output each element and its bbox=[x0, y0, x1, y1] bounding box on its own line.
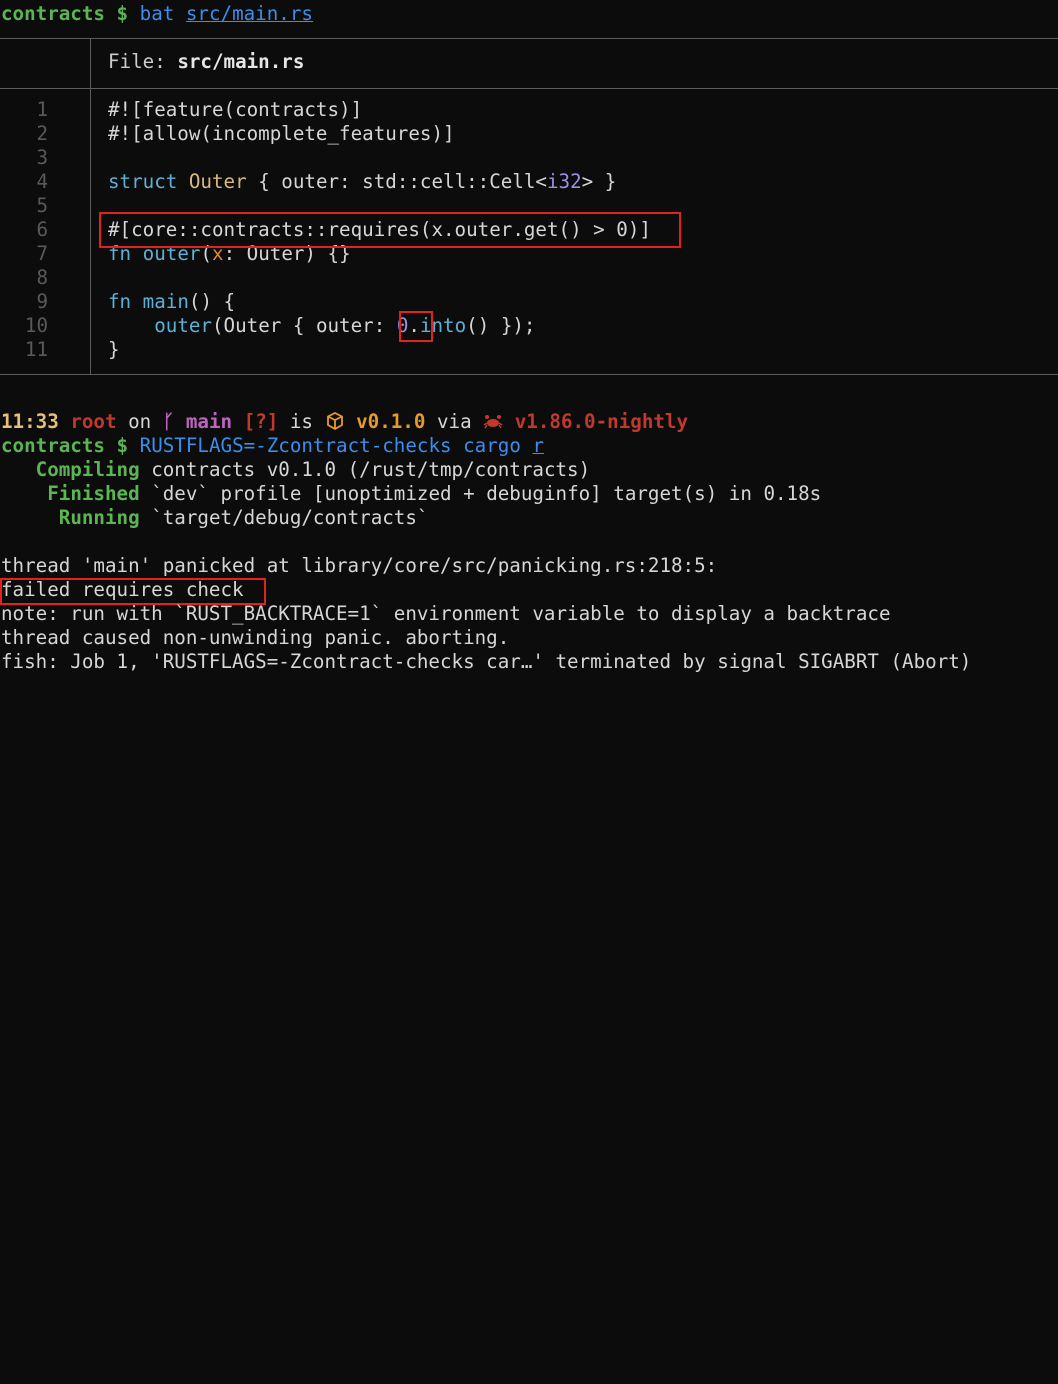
env-assignment: RUSTFLAGS=-Zcontract-checks bbox=[139, 434, 452, 457]
keyword-fn: fn bbox=[108, 290, 132, 313]
line-number: 11 bbox=[24, 338, 48, 361]
cargo-compiling-line: Compiling contracts v0.1.0 (/rust/tmp/co… bbox=[0, 458, 591, 482]
fish-job-terminated: fish: Job 1, 'RUSTFLAGS=-Zcontract-check… bbox=[1, 650, 972, 673]
panic-message: failed requires check bbox=[1, 578, 244, 601]
cargo-compiling-text: contracts v0.1.0 (/rust/tmp/contracts) bbox=[151, 458, 591, 481]
code-line-10: outer(Outer { outer: 0.into() }); bbox=[108, 314, 535, 338]
user-name: root bbox=[70, 410, 117, 433]
code-text: () { bbox=[188, 290, 236, 313]
line-number: 1 bbox=[36, 98, 48, 121]
cargo-compiling-label: Compiling bbox=[35, 458, 140, 481]
cargo-running-label: Running bbox=[58, 506, 140, 529]
line-number: 4 bbox=[36, 170, 48, 193]
line-number: 5 bbox=[36, 194, 48, 217]
code-text: (Outer { outer: bbox=[211, 314, 397, 337]
prompt-symbol: $ bbox=[116, 2, 129, 25]
code-line-4: struct Outer { outer: std::cell::Cell<i3… bbox=[108, 170, 616, 194]
panic-line-1: thread 'main' panicked at library/core/s… bbox=[1, 554, 718, 577]
panic-note: note: run with `RUST_BACKTRACE=1` enviro… bbox=[1, 602, 891, 625]
cargo-running-line: Running `target/debug/contracts` bbox=[0, 506, 429, 530]
package-version: v0.1.0 bbox=[356, 410, 426, 433]
prompt-symbol: $ bbox=[116, 434, 129, 457]
highlight-requires-attribute bbox=[99, 212, 681, 248]
panic-abort: thread caused non-unwinding panic. abort… bbox=[1, 626, 510, 649]
status-text: via bbox=[436, 410, 472, 433]
line-number: 2 bbox=[36, 122, 48, 145]
line-number: 8 bbox=[36, 266, 48, 289]
prompt-dir: contracts bbox=[1, 2, 105, 25]
bat-bottom-rule bbox=[0, 374, 1058, 375]
line-number: 6 bbox=[36, 218, 48, 241]
status-text: is bbox=[289, 410, 313, 433]
code-text: > } bbox=[581, 170, 617, 193]
cargo-subcommand: r bbox=[532, 434, 545, 457]
rust-crab-icon bbox=[483, 411, 503, 431]
code-line-9: fn main() { bbox=[108, 290, 235, 314]
rust-version: v1.86.0-nightly bbox=[514, 410, 689, 433]
type-i32: i32 bbox=[547, 170, 582, 193]
cargo-running-text: `target/debug/contracts` bbox=[151, 506, 429, 529]
line-number: 10 bbox=[24, 314, 48, 337]
file-header-name: src/main.rs bbox=[177, 50, 305, 73]
bat-top-rule bbox=[0, 38, 1058, 39]
prompt-status-line: 11:33 root on ᚴ main [?] is v0.1.0 via v… bbox=[0, 410, 688, 434]
code-line-11: } bbox=[108, 338, 120, 361]
git-branch-icon: ᚴ bbox=[162, 410, 175, 433]
package-icon bbox=[325, 411, 345, 431]
bat-file-header: File: src/main.rs bbox=[108, 50, 304, 74]
line-number: 3 bbox=[36, 146, 48, 169]
prompt-cargo: contracts $ RUSTFLAGS=-Zcontract-checks … bbox=[0, 434, 544, 458]
git-status-flags: [?] bbox=[243, 410, 279, 433]
cargo-finished-line: Finished `dev` profile [unoptimized + de… bbox=[0, 482, 821, 506]
command-bat: bat bbox=[139, 2, 175, 25]
cargo-finished-label: Finished bbox=[47, 482, 140, 505]
cargo-finished-text: `dev` profile [unoptimized + debuginfo] … bbox=[151, 482, 822, 505]
code-line-2: #![allow(incomplete_features)] bbox=[108, 122, 455, 145]
line-number: 9 bbox=[36, 290, 48, 313]
prompt-dir: contracts bbox=[1, 434, 105, 457]
fn-call: outer bbox=[154, 314, 212, 337]
type-name: Outer bbox=[188, 170, 247, 193]
file-path-link[interactable]: src/main.rs bbox=[186, 2, 313, 25]
clock-time: 11:33 bbox=[1, 410, 59, 433]
bat-header-rule bbox=[0, 88, 1058, 89]
code-text: { outer: std::cell::Cell< bbox=[246, 170, 547, 193]
fn-name: main bbox=[142, 290, 189, 313]
file-header-label: File: bbox=[108, 50, 178, 73]
prompt-bat: contracts $ bat src/main.rs bbox=[0, 2, 313, 26]
code-text: () }); bbox=[466, 314, 536, 337]
command-cargo: cargo bbox=[463, 434, 521, 457]
code-line-1: #![feature(contracts)] bbox=[108, 98, 363, 121]
keyword-struct: struct bbox=[108, 170, 178, 193]
status-text: on bbox=[128, 410, 152, 433]
git-branch: main bbox=[185, 410, 233, 433]
line-number: 7 bbox=[36, 242, 48, 265]
highlight-zero-literal bbox=[399, 311, 433, 342]
